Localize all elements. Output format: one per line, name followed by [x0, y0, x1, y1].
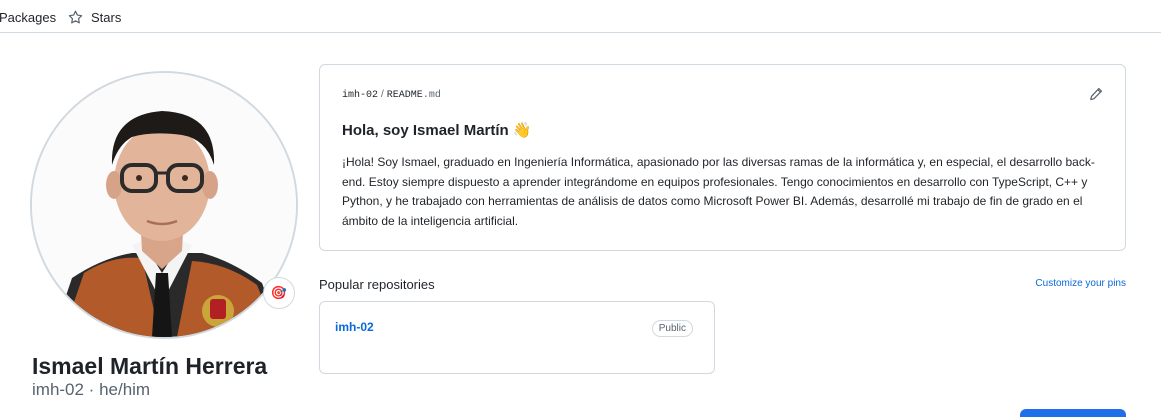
star-icon	[68, 10, 83, 25]
profile-tab-nav: Packages Stars	[0, 0, 1161, 33]
repo-link[interactable]: imh-02	[335, 320, 374, 335]
tab-packages-label: Packages	[0, 9, 57, 25]
profile-login-pronouns: imh-02 · he/him	[32, 380, 151, 399]
readme-file-name: README	[386, 90, 423, 101]
readme-card: imh-02/README.md Hola, soy Ismael Martín…	[319, 64, 1126, 251]
readme-breadcrumb: imh-02/README.md	[342, 89, 441, 102]
cut-off-button[interactable]	[1020, 409, 1126, 417]
readme-heading: Hola, soy Ismael Martín 👋	[342, 122, 532, 139]
readme-file-ext: .md	[422, 90, 441, 101]
edit-readme-button[interactable]	[1087, 87, 1105, 105]
pencil-icon	[1089, 87, 1103, 106]
status-button[interactable]: 🎯	[263, 277, 295, 309]
avatar[interactable]	[30, 71, 298, 339]
tab-stars[interactable]: Stars	[68, 7, 121, 27]
customize-pins-link[interactable]: Customize your pins	[1035, 277, 1126, 290]
tab-packages[interactable]: Packages	[0, 7, 56, 27]
popular-repositories-heading: Popular repositories	[319, 277, 435, 292]
pinned-repo-card: imh-02 Public	[319, 301, 715, 374]
visibility-badge: Public	[651, 320, 693, 337]
readme-path-separator: /	[381, 89, 384, 100]
target-emoji-icon: 🎯	[270, 285, 288, 300]
profile-name: Ismael Martín Herrera	[32, 353, 268, 379]
readme-paragraph: ¡Hola! Soy Ismael, graduado en Ingenierí…	[342, 155, 1095, 228]
tab-stars-label: Stars	[91, 9, 122, 25]
readme-owner-link[interactable]: imh-02	[342, 90, 378, 101]
